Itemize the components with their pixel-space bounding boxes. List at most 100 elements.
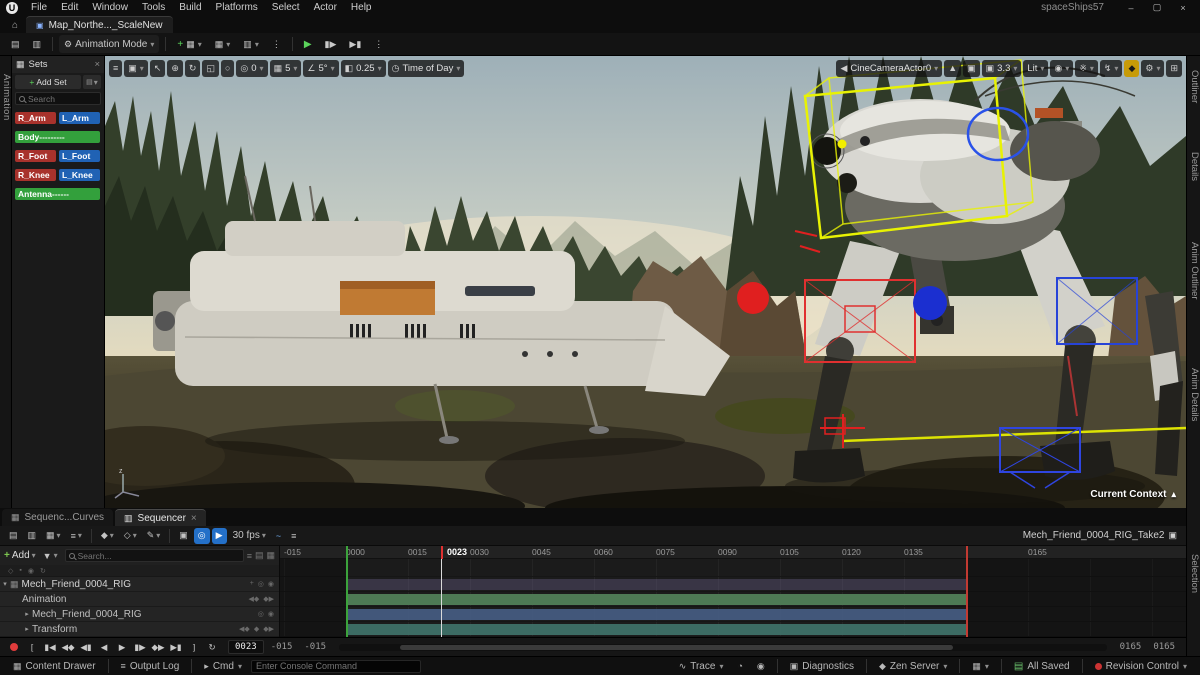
scrollbar-thumb[interactable] <box>400 645 953 650</box>
visibility-icon[interactable]: ◉ <box>268 610 274 618</box>
editor-mode-select[interactable]: ⚙ Animation Mode ▾ <box>59 35 159 53</box>
tab-selection[interactable]: Selection <box>1189 554 1200 593</box>
expander-icon[interactable]: ▾ <box>0 580 10 588</box>
set-item-body[interactable]: Body--------- <box>15 131 100 143</box>
home-icon[interactable]: ⌂ <box>4 17 26 33</box>
sequence-name[interactable]: Mech_Friend_0004_RIG_Take2 ▣ <box>1023 530 1181 541</box>
set-item-l-knee[interactable]: L_Knee <box>59 169 100 181</box>
camera-speed-dropdown[interactable]: ▣3.3▾ <box>982 60 1022 77</box>
key-icon[interactable]: ◆ <box>254 625 259 633</box>
sets-search-input[interactable] <box>28 94 97 104</box>
menu-tools[interactable]: Tools <box>135 0 172 15</box>
skip-to-start-button[interactable]: ▮◀ <box>42 640 58 655</box>
track-row-animation[interactable]: Animation ◀◆◆▶ <box>0 592 279 607</box>
menu-help[interactable]: Help <box>344 0 379 15</box>
viewport[interactable]: ≡ ▣▾ ↖ ⊕ ↻ ◱ ○ ◎0▾ ▦5▾ ∠5°▾ ◧0.25▾ ◷Time… <box>105 56 1186 508</box>
tab-anim-outliner[interactable]: Anim Outliner <box>1189 242 1200 300</box>
seq-render-button[interactable]: ▥ <box>24 528 41 544</box>
wand-dropdown[interactable]: ※▾ <box>1075 60 1098 77</box>
save-status[interactable]: ▤All Saved <box>1009 657 1075 675</box>
auto-key-dropdown[interactable]: ◇▾ <box>120 528 141 544</box>
set-item-r-arm[interactable]: R_Arm <box>15 112 56 124</box>
cine-camera-dropdown[interactable]: ◀CineCameraActor0▾ <box>836 60 942 77</box>
profiler-button[interactable]: ◔ <box>732 657 747 675</box>
viewport-menu-button[interactable]: ≡ <box>109 60 122 77</box>
track-row-transform[interactable]: ▸ Transform ◀◆◆◆▶ <box>0 622 279 637</box>
film-overlay-button[interactable]: ▣ <box>963 60 980 77</box>
skip-to-end-button[interactable]: ▶▮ <box>344 35 366 53</box>
add-actor-button[interactable]: +▦▾ <box>172 35 206 53</box>
select-tool[interactable]: ↖ <box>150 60 166 77</box>
tab-anim-details[interactable]: Anim Details <box>1189 368 1200 421</box>
toolbar-kebab[interactable]: ⋮ <box>267 35 286 53</box>
lock-icon[interactable]: ▪ <box>19 567 21 574</box>
rotation-snap-dropdown[interactable]: ∠5°▾ <box>303 60 338 77</box>
visibility-icon[interactable]: ◉ <box>28 567 34 575</box>
play-options-kebab[interactable]: ⋮ <box>369 35 388 53</box>
cmd-dropdown[interactable]: ▸Cmd▾ <box>199 657 247 675</box>
expander-icon[interactable]: ▸ <box>22 610 32 618</box>
add-set-button[interactable]: + Add Set <box>15 75 81 89</box>
eject-button[interactable]: ▲ <box>944 60 961 77</box>
insights-button[interactable]: ◉ <box>752 657 770 675</box>
menu-build[interactable]: Build <box>172 0 208 15</box>
content-browser-button[interactable]: ▥ <box>28 35 47 53</box>
columns-icon-2[interactable]: ▤ <box>255 550 264 561</box>
fps-dropdown[interactable]: 30 fps▾ <box>229 528 270 544</box>
scale-tool[interactable]: ◱ <box>202 60 219 77</box>
rotate-tool[interactable]: ↻ <box>185 60 201 77</box>
timeline-scrollbar[interactable] <box>339 644 1107 651</box>
output-log-button[interactable]: ≡Output Log <box>116 657 185 675</box>
surface-snap-dropdown[interactable]: ◎0▾ <box>236 60 267 77</box>
viewport-scene[interactable] <box>105 56 1186 508</box>
tab-outliner[interactable]: Outliner <box>1189 70 1200 103</box>
record-button[interactable] <box>6 640 22 655</box>
range-start-field[interactable]: -015 <box>266 642 298 652</box>
marker-icon[interactable]: ◇ <box>8 567 13 575</box>
curve-editor-button[interactable]: ~ <box>272 528 285 544</box>
next-key-icon[interactable]: ◆▶ <box>263 595 274 603</box>
derived-data-dropdown[interactable]: ▦▾ <box>967 657 994 675</box>
view-mode-dropdown[interactable]: Lit▾ <box>1023 60 1048 77</box>
set-range-end-button[interactable]: ] <box>186 640 202 655</box>
current-frame-field[interactable]: 0023 <box>228 640 264 654</box>
menu-window[interactable]: Window <box>85 0 135 15</box>
track-filter-dropdown[interactable]: ▼▾ <box>39 548 62 564</box>
play-button[interactable]: ▶ <box>299 35 317 53</box>
menu-file[interactable]: File <box>24 0 54 15</box>
track-row-rig-main[interactable]: ▾ ▦ Mech_Friend_0004_RIG +◎◉ <box>0 577 279 592</box>
step-forward-button[interactable]: ▮▶ <box>132 640 148 655</box>
track-search[interactable] <box>65 549 244 562</box>
close-icon[interactable]: × <box>191 513 197 524</box>
control-dot-yellow[interactable] <box>838 140 847 149</box>
prev-key-icon[interactable]: ◀◆ <box>239 625 250 633</box>
previous-key-button[interactable]: ◀◆ <box>60 640 76 655</box>
revision-control-dropdown[interactable]: Revision Control▾ <box>1090 657 1192 675</box>
next-key-icon[interactable]: ◆▶ <box>263 625 274 633</box>
save-button[interactable]: ▤ <box>6 35 25 53</box>
maximize-button[interactable]: ▢ <box>1144 0 1170 15</box>
camera-cut-button[interactable]: ▣ <box>175 528 192 544</box>
level-tab[interactable]: ▣ Map_Northe..._ScaleNew <box>26 16 173 33</box>
refresh-icon[interactable]: ↻ <box>40 567 46 575</box>
trace-dropdown[interactable]: ∿Trace▾ <box>674 657 729 675</box>
sets-search[interactable] <box>15 92 101 105</box>
columns-icon-3[interactable]: ▦ <box>266 550 275 561</box>
solo-icon[interactable]: ◎ <box>258 610 264 618</box>
time-of-day-dropdown[interactable]: ◷Time of Day▾ <box>388 60 465 77</box>
skip-to-end-button[interactable]: ▶▮ <box>168 640 184 655</box>
zen-server-dropdown[interactable]: ◆Zen Server▾ <box>874 657 952 675</box>
minimize-button[interactable]: – <box>1118 0 1144 15</box>
perspective-dropdown[interactable]: ▣▾ <box>124 60 148 77</box>
add-track-button[interactable]: + Add ▾ <box>4 550 36 561</box>
expander-icon[interactable]: ▸ <box>22 625 32 633</box>
frame-skip-button[interactable]: ▮▶ <box>320 35 342 53</box>
diagnostics-button[interactable]: ▣Diagnostics <box>785 657 859 675</box>
close-button[interactable]: × <box>1170 0 1196 15</box>
keyframe-mode-toggle[interactable]: ◆ <box>1124 60 1139 77</box>
track-search-input[interactable] <box>78 551 240 561</box>
step-back-button[interactable]: ◀▮ <box>78 640 94 655</box>
set-item-antenna[interactable]: Antenna------ <box>15 188 100 200</box>
performance-dropdown[interactable]: ↯▾ <box>1100 60 1123 77</box>
sets-options-dropdown[interactable]: ▤▾ <box>83 75 101 89</box>
